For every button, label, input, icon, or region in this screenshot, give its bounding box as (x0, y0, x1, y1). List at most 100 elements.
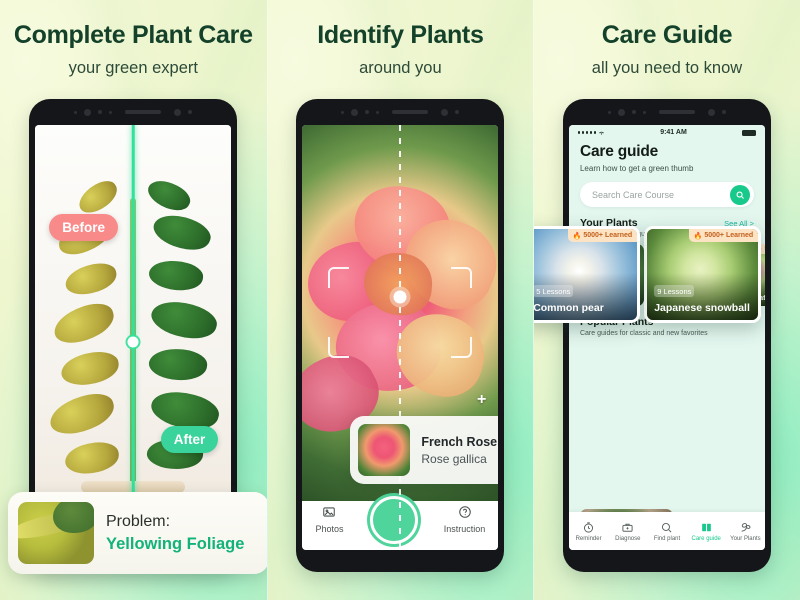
learned-count: 5000+ Learned (704, 232, 754, 239)
bracket-top-right-icon (451, 267, 473, 288)
tab-reminder[interactable]: Reminder (569, 521, 608, 542)
sensor-dot-icon (631, 110, 636, 114)
sensor-dot-icon (376, 110, 380, 114)
learned-count: 5000+ Learned (583, 232, 633, 239)
sensor-dot-icon (98, 110, 103, 114)
phone-screen-1: Before After (35, 125, 232, 550)
result-common-name: French Rose (421, 434, 498, 449)
learned-badge: 🔥 5000+ Learned (688, 229, 759, 242)
search-button[interactable] (729, 184, 750, 205)
result-thumbnail (358, 424, 411, 476)
leaf-icon (741, 522, 751, 532)
book-icon (701, 523, 711, 531)
tab-label: Care guide (691, 535, 721, 542)
sensor-dot-icon (707, 108, 715, 116)
status-bar: 9:41 AM (569, 125, 765, 140)
identification-result-card[interactable]: French Rose Rose gallica (350, 416, 499, 484)
before-after-slider-handle[interactable] (127, 336, 139, 348)
sensor-dot-icon (174, 108, 182, 116)
phone-bezel-top (296, 99, 504, 125)
section-subtitle: Care guides for classic and new favorite… (579, 330, 708, 337)
problem-label: Problem: (106, 513, 171, 531)
problem-text-group: Problem: Yellowing Foliage (106, 511, 244, 555)
phone-bezel-top (563, 99, 771, 125)
search-placeholder: Search Care Course (591, 189, 675, 200)
panel-2-title: Identify Plants (317, 21, 484, 49)
fire-icon: 🔥 (572, 232, 582, 240)
status-time: 9:41 AM (660, 129, 687, 136)
front-camera-icon (84, 108, 92, 116)
lesson-badge: 5 Lessons (534, 285, 574, 297)
search-icon (736, 191, 744, 199)
speaker-grille-icon (125, 110, 162, 114)
app-store-screenshot-set: Complete Plant Care your green expert Be… (0, 0, 800, 600)
problem-thumbnail (18, 502, 94, 564)
panel-care-guide: Care Guide all you need to know 9:41 AM … (533, 0, 800, 600)
panel-identify-plants: Identify Plants around you + French Rose… (266, 0, 534, 600)
search-icon (662, 522, 672, 532)
plant-name: Common pear (533, 302, 604, 314)
panel-2-header: Identify Plants around you (268, 0, 534, 78)
tab-diagnose[interactable]: Diagnose (608, 521, 647, 542)
front-camera-icon (351, 108, 359, 116)
phone-mockup-3: 9:41 AM Care guide Learn how to get a gr… (562, 99, 771, 572)
panel-3-title: Care Guide (601, 21, 733, 49)
battery-icon (741, 129, 756, 136)
tab-label: Find plant (653, 535, 681, 542)
result-text-group: French Rose Rose gallica (421, 435, 497, 466)
tab-label: Reminder (575, 535, 602, 542)
wifi-icon (599, 131, 604, 135)
tab-label: Your Plants (730, 535, 761, 542)
sensor-dot-icon (455, 110, 460, 114)
panel-3-header: Care Guide all you need to know (534, 0, 800, 78)
search-bar[interactable]: Search Care Course (579, 182, 754, 207)
before-badge: Before (49, 214, 119, 241)
tab-care-guide[interactable]: Care guide (687, 521, 726, 542)
care-guide-title: Care guide (579, 143, 659, 160)
panel-complete-plant-care: Complete Plant Care your green expert Be… (0, 0, 267, 600)
panel-3-subtitle: all you need to know (591, 58, 743, 77)
result-latin-name: Rose gallica (421, 451, 487, 466)
sensor-dot-icon (74, 110, 78, 114)
featured-plant-card-common-pear[interactable]: 🔥 5000+ Learned 5 Lessons Common pear (533, 226, 641, 323)
signal-strength-icon (577, 129, 605, 136)
front-camera-icon (617, 108, 625, 116)
care-guide-subtitle: Learn how to get a green thumb (579, 164, 694, 173)
sensor-dot-icon (607, 110, 611, 114)
problem-value: Yellowing Foliage (106, 534, 245, 553)
sensor-dot-icon (721, 110, 726, 114)
tab-find-plant[interactable]: Find plant (647, 521, 686, 542)
bracket-bottom-left-icon (328, 337, 350, 358)
sensor-dot-icon (365, 110, 370, 114)
panel-1-subtitle: your green expert (68, 58, 198, 77)
care-guide-header: Care guide Learn how to get a green thum… (569, 140, 765, 173)
featured-plant-card-japanese-snowball[interactable]: 🔥 5000+ Learned 9 Lessons Japanese snowb… (644, 226, 762, 323)
bottom-tab-bar: Reminder Diagnose Find plant Care guide … (568, 512, 765, 550)
panel-1-title: Complete Plant Care (13, 21, 253, 49)
phone-screen-3: 9:41 AM Care guide Learn how to get a gr… (568, 125, 765, 550)
tab-your-plants[interactable]: Your Plants (726, 521, 765, 542)
phone-screen-2: + French Rose Rose gallica Photos Instru… (302, 125, 499, 550)
after-badge: After (160, 426, 219, 453)
tab-label: Diagnose (615, 535, 641, 542)
bracket-top-left-icon (328, 267, 350, 288)
sensor-dot-icon (642, 110, 646, 114)
care-guide-app: 9:41 AM Care guide Learn how to get a gr… (568, 125, 765, 550)
bracket-bottom-right-icon (451, 337, 473, 358)
speaker-grille-icon (658, 110, 695, 114)
scan-line (399, 125, 402, 550)
speaker-grille-icon (392, 110, 429, 114)
scan-focus-dot[interactable] (393, 290, 407, 304)
sensor-dot-icon (341, 110, 345, 114)
lesson-badge: 9 Lessons (654, 285, 695, 297)
clock-icon (584, 521, 594, 533)
panel-1-header: Complete Plant Care your green expert (0, 0, 267, 78)
phone-mockup-2: + French Rose Rose gallica Photos Instru… (296, 99, 505, 572)
medical-kit-icon (622, 523, 633, 532)
sensor-dot-icon (441, 108, 449, 116)
sensor-dot-icon (188, 110, 193, 114)
sensor-dot-icon (109, 110, 113, 114)
problem-card[interactable]: Problem: Yellowing Foliage (8, 492, 267, 574)
fire-icon: 🔥 (693, 232, 703, 240)
add-point-icon[interactable]: + (477, 391, 486, 409)
